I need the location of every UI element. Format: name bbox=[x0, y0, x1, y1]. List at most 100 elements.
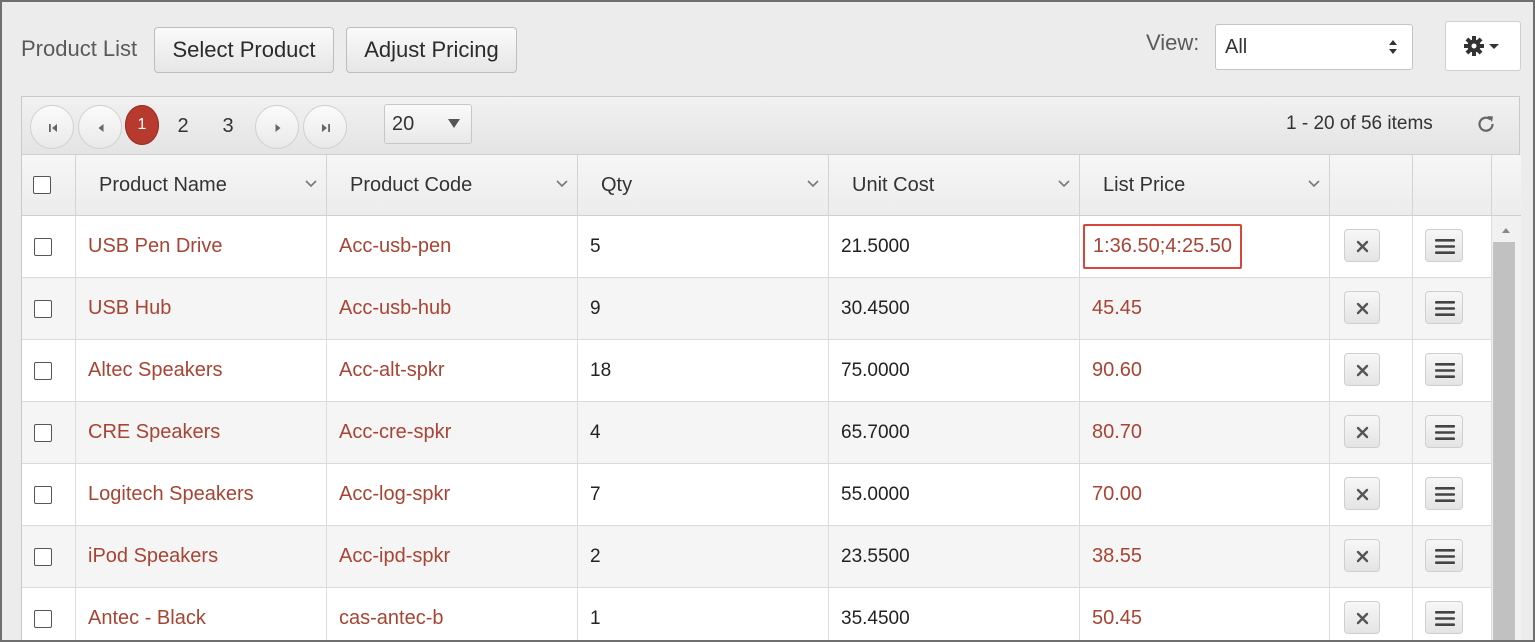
settings-dropdown-button[interactable] bbox=[1445, 21, 1521, 71]
unit-cost-cell: 55.0000 bbox=[829, 464, 1080, 525]
menu-cell bbox=[1413, 464, 1492, 525]
row-menu-button[interactable] bbox=[1425, 291, 1463, 324]
next-page-button[interactable] bbox=[255, 105, 299, 149]
chevron-down-icon[interactable] bbox=[806, 179, 820, 189]
delete-button[interactable] bbox=[1344, 415, 1380, 448]
hamburger-icon bbox=[1435, 301, 1455, 316]
list-price-cell[interactable]: 70.00 bbox=[1080, 464, 1330, 525]
product-name-link[interactable]: CRE Speakers bbox=[76, 402, 327, 463]
product-name-link[interactable]: Logitech Speakers bbox=[76, 464, 327, 525]
row-checkbox[interactable] bbox=[34, 362, 52, 380]
page-1-button[interactable]: 1 bbox=[125, 105, 159, 145]
table-row[interactable]: Antec - Black cas-antec-b 1 35.4500 50.4… bbox=[22, 588, 1492, 640]
qty-cell: 4 bbox=[578, 402, 829, 463]
row-checkbox[interactable] bbox=[34, 610, 52, 628]
page-3-button[interactable]: 3 bbox=[211, 105, 245, 145]
row-menu-button[interactable] bbox=[1425, 229, 1463, 262]
qty-cell: 18 bbox=[578, 340, 829, 401]
row-select-cell bbox=[22, 464, 76, 525]
delete-cell bbox=[1330, 340, 1413, 401]
delete-button[interactable] bbox=[1344, 353, 1380, 386]
chevron-down-icon[interactable] bbox=[1307, 179, 1321, 189]
close-icon bbox=[1356, 488, 1369, 501]
chevron-down-icon[interactable] bbox=[555, 179, 569, 189]
qty-cell: 2 bbox=[578, 526, 829, 587]
delete-button[interactable] bbox=[1344, 477, 1380, 510]
product-code-link[interactable]: Acc-alt-spkr bbox=[327, 340, 578, 401]
previous-page-button[interactable] bbox=[78, 105, 122, 149]
list-price-cell[interactable]: 45.45 bbox=[1080, 278, 1330, 339]
table-row[interactable]: Altec Speakers Acc-alt-spkr 18 75.0000 9… bbox=[22, 340, 1492, 402]
adjust-pricing-button[interactable]: Adjust Pricing bbox=[346, 27, 517, 73]
table-row[interactable]: CRE Speakers Acc-cre-spkr 4 65.7000 80.7… bbox=[22, 402, 1492, 464]
product-code-link[interactable]: Acc-cre-spkr bbox=[327, 402, 578, 463]
qty-cell: 5 bbox=[578, 216, 829, 277]
column-header-list-price[interactable]: List Price bbox=[1080, 155, 1330, 216]
list-price-value: 70.00 bbox=[1092, 483, 1143, 505]
select-all-checkbox[interactable] bbox=[33, 176, 51, 194]
product-name-link[interactable]: Altec Speakers bbox=[76, 340, 327, 401]
table-row[interactable]: USB Hub Acc-usb-hub 9 30.4500 45.45 bbox=[22, 278, 1492, 340]
list-price-value: 45.45 bbox=[1092, 297, 1143, 319]
column-header-product-code[interactable]: Product Code bbox=[327, 155, 578, 216]
delete-cell bbox=[1330, 526, 1413, 587]
row-checkbox[interactable] bbox=[34, 486, 52, 504]
row-checkbox[interactable] bbox=[34, 238, 52, 256]
column-header-unit-cost[interactable]: Unit Cost bbox=[829, 155, 1080, 216]
page-size-select[interactable]: 20 bbox=[384, 104, 472, 144]
list-price-cell[interactable]: 80.70 bbox=[1080, 402, 1330, 463]
delete-cell bbox=[1330, 216, 1413, 277]
product-name-link[interactable]: iPod Speakers bbox=[76, 526, 327, 587]
view-select[interactable]: All bbox=[1215, 24, 1413, 70]
menu-cell bbox=[1413, 340, 1492, 401]
refresh-icon[interactable] bbox=[1475, 113, 1497, 135]
delete-cell bbox=[1330, 402, 1413, 463]
delete-button[interactable] bbox=[1344, 291, 1380, 324]
column-header-qty[interactable]: Qty bbox=[578, 155, 829, 216]
table-row[interactable]: iPod Speakers Acc-ipd-spkr 2 23.5500 38.… bbox=[22, 526, 1492, 588]
product-code-link[interactable]: Acc-ipd-spkr bbox=[327, 526, 578, 587]
column-label: Qty bbox=[601, 174, 633, 196]
row-checkbox[interactable] bbox=[34, 300, 52, 318]
product-name-link[interactable]: USB Hub bbox=[76, 278, 327, 339]
table-row[interactable]: USB Pen Drive Acc-usb-pen 5 21.5000 1:36… bbox=[22, 216, 1492, 278]
column-header-product-name[interactable]: Product Name bbox=[76, 155, 327, 216]
row-menu-button[interactable] bbox=[1425, 353, 1463, 386]
product-list-window: Product List Select Product Adjust Prici… bbox=[0, 0, 1535, 642]
pager-info: 1 - 20 of 56 items bbox=[1286, 113, 1433, 134]
table-row[interactable]: Logitech Speakers Acc-log-spkr 7 55.0000… bbox=[22, 464, 1492, 526]
vertical-scrollbar[interactable] bbox=[1492, 216, 1521, 640]
select-product-button[interactable]: Select Product bbox=[154, 27, 334, 73]
first-page-icon bbox=[49, 124, 57, 132]
row-menu-button[interactable] bbox=[1425, 539, 1463, 572]
chevron-down-icon[interactable] bbox=[1057, 179, 1071, 189]
close-icon bbox=[1356, 364, 1369, 377]
product-name-link[interactable]: USB Pen Drive bbox=[76, 216, 327, 277]
product-code-link[interactable]: Acc-usb-pen bbox=[327, 216, 578, 277]
menu-cell bbox=[1413, 216, 1492, 277]
delete-button[interactable] bbox=[1344, 229, 1380, 262]
chevron-down-icon[interactable] bbox=[304, 179, 318, 189]
scroll-up-icon[interactable] bbox=[1501, 226, 1511, 234]
list-price-cell[interactable]: 38.55 bbox=[1080, 526, 1330, 587]
delete-button[interactable] bbox=[1344, 601, 1380, 634]
row-menu-button[interactable] bbox=[1425, 477, 1463, 510]
first-page-button[interactable] bbox=[30, 105, 74, 149]
list-price-cell[interactable]: 1:36.50;4:25.50 bbox=[1080, 216, 1330, 277]
row-checkbox[interactable] bbox=[34, 424, 52, 442]
list-price-cell[interactable]: 90.60 bbox=[1080, 340, 1330, 401]
page-2-button[interactable]: 2 bbox=[166, 105, 200, 145]
row-menu-button[interactable] bbox=[1425, 601, 1463, 634]
product-name-link[interactable]: Antec - Black bbox=[76, 588, 327, 640]
row-checkbox[interactable] bbox=[34, 548, 52, 566]
row-menu-button[interactable] bbox=[1425, 415, 1463, 448]
unit-cost-cell: 65.7000 bbox=[829, 402, 1080, 463]
product-code-link[interactable]: cas-antec-b bbox=[327, 588, 578, 640]
scrollbar-thumb[interactable] bbox=[1493, 242, 1515, 640]
list-price-cell[interactable]: 50.45 bbox=[1080, 588, 1330, 640]
product-code-link[interactable]: Acc-usb-hub bbox=[327, 278, 578, 339]
product-code-link[interactable]: Acc-log-spkr bbox=[327, 464, 578, 525]
menu-cell bbox=[1413, 278, 1492, 339]
last-page-button[interactable] bbox=[303, 105, 347, 149]
delete-button[interactable] bbox=[1344, 539, 1380, 572]
